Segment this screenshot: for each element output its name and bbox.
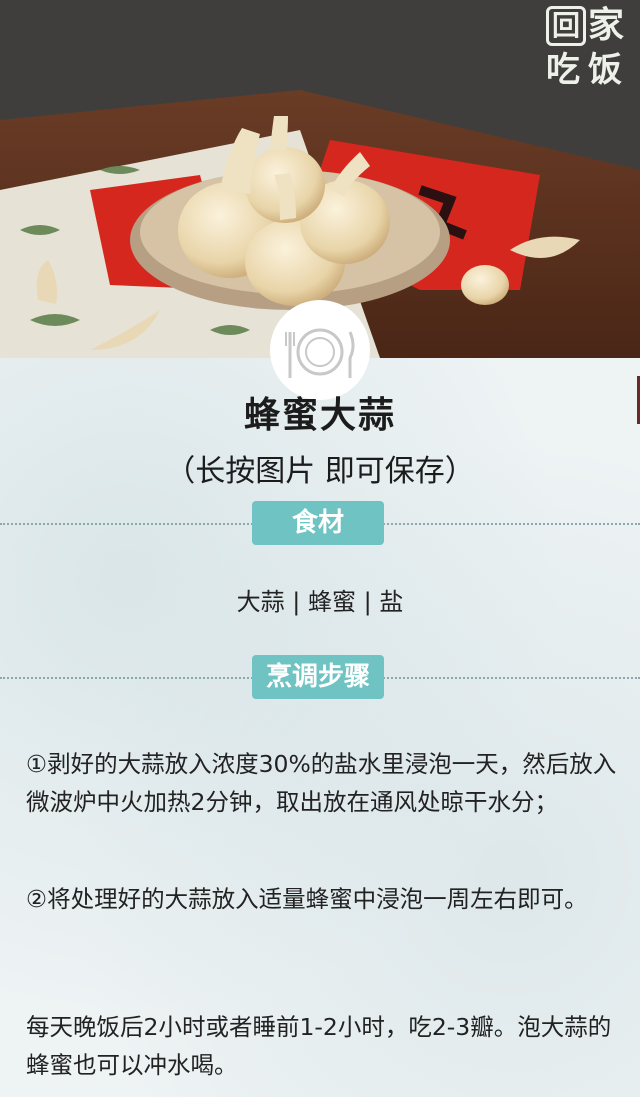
recipe-title: 蜂蜜大蒜 (243, 395, 396, 436)
step-2: ②将处理好的大蒜放入适量蜂蜜中浸泡一周左右即可。 (26, 885, 588, 913)
ingredients-list: 大蒜 | 蜂蜜 | 盐 (236, 588, 404, 616)
ingredients-label: 食材 (252, 501, 384, 545)
brand-logo: 回 家 吃 饭 (546, 6, 632, 92)
logo-char-4: 饭 (588, 50, 622, 90)
plate-cutlery-icon (285, 328, 355, 378)
logo-char-2: 家 (588, 5, 625, 46)
step-1: ①剥好的大蒜放入浓度30%的盐水里浸泡一天，然后放入微波炉中火加热2分钟，取出放… (26, 750, 617, 816)
logo-char-1: 回 (546, 6, 586, 46)
save-hint: （长按图片 即可保存） (165, 454, 475, 489)
plate-badge (270, 300, 370, 400)
logo-char-3: 吃 (546, 50, 580, 90)
usage-tip: 每天晚饭后2小时或者睡前1-2小时，吃2-3瓣。泡大蒜的蜂蜜也可以冲水喝。 (26, 1013, 612, 1079)
steps-label: 烹调步骤 (252, 655, 384, 699)
